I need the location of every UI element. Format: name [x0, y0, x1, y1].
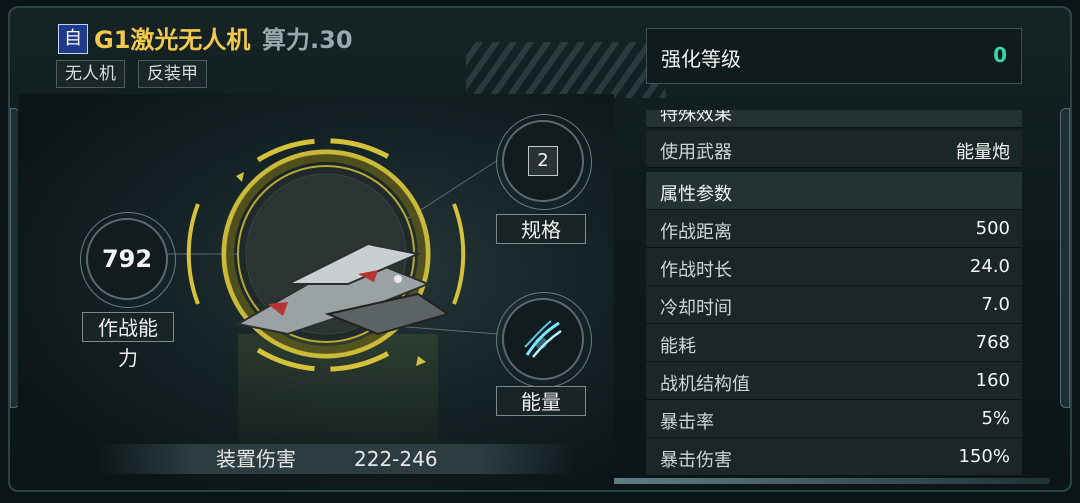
combat-power-value: 792: [101, 245, 153, 273]
attr-value: 768: [975, 332, 1010, 353]
right-frame-cap: [1060, 108, 1070, 408]
special-effects-heading: 特殊效果: [660, 110, 732, 125]
table-row: 战机结构值 160: [646, 362, 1022, 400]
drone-preview-area: 792 作战能力 2 规格 能量 装置伤害 222-246: [18, 94, 614, 490]
table-row: 作战距离 500: [646, 210, 1022, 248]
tag-anti-armor: 反装甲: [138, 60, 207, 88]
tag-drone: 无人机: [56, 60, 125, 88]
self-badge: 自: [58, 24, 88, 54]
device-damage-label: 装置伤害: [216, 447, 296, 471]
attr-label: 暴击率: [660, 412, 714, 433]
device-damage-value: 222-246: [354, 447, 438, 471]
spec-value: 2: [528, 146, 558, 176]
attr-value: 150%: [958, 446, 1010, 467]
attribute-panel: 强化等级 0 特殊效果 使用武器 能量炮 属性参数 作战距离 500 作战时长 …: [646, 28, 1022, 490]
enhance-level-value: 0: [993, 43, 1007, 67]
weapon-row: 使用武器 能量炮: [646, 130, 1022, 168]
gold-ring-icon: [186, 138, 466, 372]
item-header: 自 G1激光无人机 算力.30 无人机 反装甲: [46, 18, 666, 98]
attr-value: 7.0: [981, 294, 1010, 315]
combat-power-label: 作战能力: [82, 312, 174, 370]
table-row: 冷却时间 7.0: [646, 286, 1022, 324]
attribute-list[interactable]: 特殊效果 使用武器 能量炮 属性参数 作战距离 500 作战时长 24.0 冷却…: [646, 110, 1022, 490]
power-rating: 算力.30: [262, 26, 353, 54]
weapon-value: 能量炮: [956, 142, 1010, 163]
special-effects-heading-row: 特殊效果: [646, 110, 1022, 128]
attr-label: 冷却时间: [660, 298, 732, 319]
attr-label: 作战时长: [660, 260, 732, 281]
device-damage-bar: 装置伤害 222-246: [96, 444, 576, 474]
table-row: 暴击伤害 150%: [646, 438, 1022, 476]
spec-label: 规格: [496, 214, 586, 244]
header-hatch-decoration: [466, 42, 666, 98]
combat-power-circle: 792: [86, 218, 168, 300]
params-heading-row: 属性参数: [646, 172, 1022, 210]
energy-label: 能量: [496, 386, 586, 416]
attr-value: 24.0: [969, 256, 1010, 277]
enhance-level-label: 强化等级: [661, 47, 741, 71]
attr-label: 战机结构值: [660, 374, 750, 395]
params-heading: 属性参数: [660, 184, 732, 205]
energy-circle: [502, 298, 584, 380]
item-detail-panel: 自 G1激光无人机 算力.30 无人机 反装甲 792 作战能力 2 规格 能量…: [8, 6, 1072, 492]
spec-circle: 2: [502, 120, 584, 202]
attr-value: 160: [975, 370, 1010, 391]
attr-label: 作战距离: [660, 222, 732, 243]
attr-value: 500: [975, 218, 1010, 239]
weapon-label: 使用武器: [660, 142, 732, 163]
enhance-level-box: 强化等级 0: [646, 28, 1022, 84]
table-row: 作战时长 24.0: [646, 248, 1022, 286]
table-row: 暴击率 5%: [646, 400, 1022, 438]
attr-label: 能耗: [660, 336, 696, 357]
item-title: G1激光无人机: [94, 26, 251, 54]
energy-claw-icon: [524, 320, 562, 358]
attr-value: 5%: [981, 408, 1010, 429]
attr-label: 暴击伤害: [660, 450, 732, 471]
table-row: 能耗 768: [646, 324, 1022, 362]
